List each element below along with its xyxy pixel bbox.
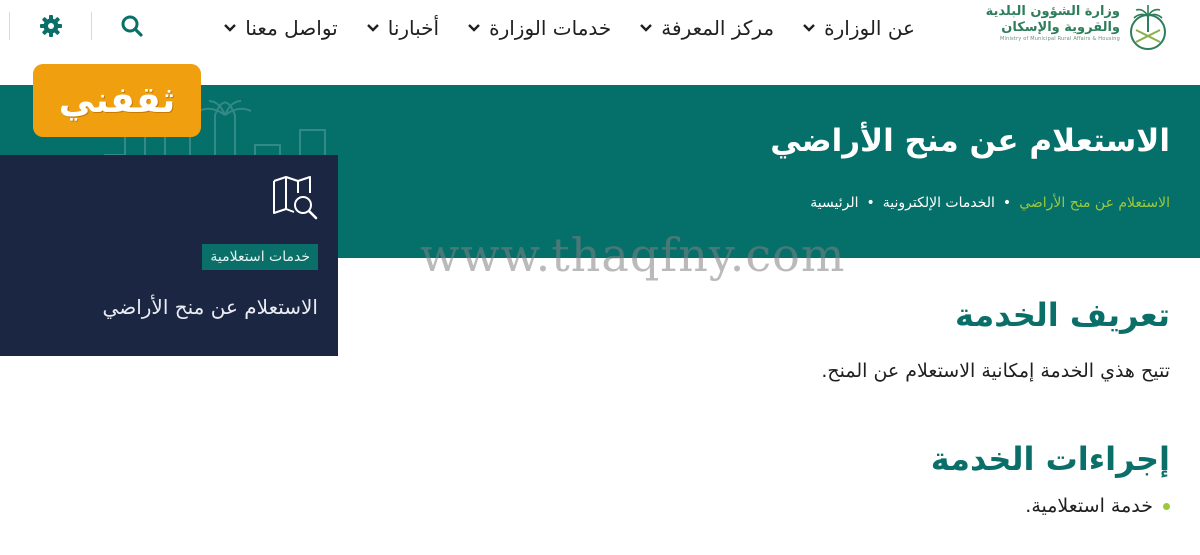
main-nav: عن الوزارة مركز المعرفة خدمات الوزارة أخ… <box>223 11 915 45</box>
service-category-tag: خدمات استعلامية <box>202 244 318 270</box>
nav-label: مركز المعرفة <box>661 16 775 40</box>
palm-swords-emblem-icon <box>1130 5 1166 50</box>
chevron-down-icon <box>803 24 815 32</box>
chevron-down-icon <box>640 24 653 32</box>
nav-item-about-ministry[interactable]: عن الوزارة <box>802 16 915 40</box>
search-icon[interactable] <box>119 13 145 39</box>
breadcrumb: الرئيسية • الخدمات الإلكترونية • الاستعل… <box>810 195 1170 211</box>
breadcrumb-e-services[interactable]: الخدمات الإلكترونية <box>883 195 995 211</box>
breadcrumb-separator: • <box>1002 195 1012 211</box>
chevron-down-icon <box>224 24 237 32</box>
badge-text: ثقفني <box>58 80 176 121</box>
chevron-down-icon <box>366 24 379 32</box>
nav-item-ministry-services[interactable]: خدمات الوزارة <box>467 16 611 40</box>
toolbar-divider <box>9 12 10 40</box>
watermark: www.thaqfny.com <box>420 228 846 282</box>
toolbar-divider <box>91 12 92 40</box>
thaqfny-badge: ثقفني <box>33 64 201 137</box>
page-title: الاستعلام عن منح الأراضي <box>770 123 1170 159</box>
nav-label: أخبارنا <box>387 16 440 40</box>
nav-item-knowledge-center[interactable]: مركز المعرفة <box>639 16 774 40</box>
list-item: خدمة استعلامية. <box>1025 495 1170 517</box>
service-card: خدمات استعلامية الاستعلام عن منح الأراضي <box>0 155 338 356</box>
gear-icon[interactable] <box>38 13 64 39</box>
service-definition-text: تتيح هذي الخدمة إمكانية الاستعلام عن الم… <box>821 360 1170 382</box>
nav-item-contact-us[interactable]: تواصل معنا <box>223 16 338 40</box>
procedure-text: خدمة استعلامية. <box>1025 495 1153 517</box>
nav-item-news[interactable]: أخبارنا <box>366 16 439 40</box>
logo-line-1: وزارة الشؤون البلدية <box>985 4 1120 19</box>
bullet-icon <box>1163 502 1170 510</box>
logo-line-2: والقروية والإسكان <box>1001 20 1120 35</box>
chevron-down-icon <box>468 24 480 32</box>
service-card-title: الاستعلام عن منح الأراضي <box>102 295 318 319</box>
logo-line-3: Ministry of Municipal Rural Affairs & Ho… <box>999 36 1120 42</box>
breadcrumb-home[interactable]: الرئيسية <box>810 195 858 211</box>
breadcrumb-separator: • <box>866 195 875 211</box>
nav-label: عن الوزارة <box>824 16 915 40</box>
breadcrumb-current: الاستعلام عن منح الأراضي <box>1019 195 1170 211</box>
service-definition-heading: تعريف الخدمة <box>955 296 1170 334</box>
nav-label: تواصل معنا <box>245 16 338 40</box>
nav-label: خدمات الوزارة <box>489 16 612 40</box>
map-search-icon <box>273 176 318 220</box>
ministry-logo[interactable]: وزارة الشؤون البلدية والقروية والإسكان M… <box>986 2 1170 52</box>
service-procedures-heading: إجراءات الخدمة <box>930 440 1170 478</box>
logo-text: وزارة الشؤون البلدية والقروية والإسكان M… <box>986 4 1120 42</box>
